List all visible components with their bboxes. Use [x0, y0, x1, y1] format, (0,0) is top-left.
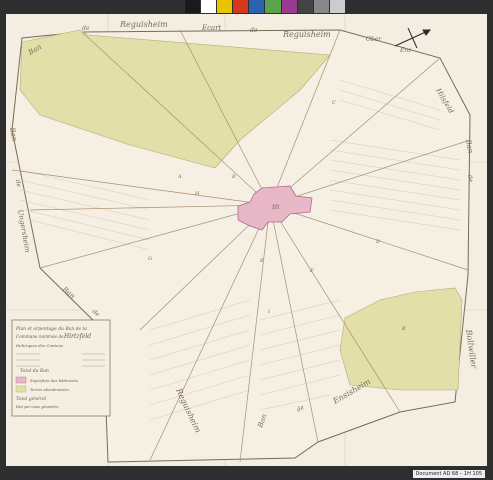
- legend-line6: Fait par nous géomètre: [15, 405, 59, 409]
- legend-swatch-field: [15, 385, 27, 393]
- legend-line2: Total du Ban: [20, 368, 49, 374]
- letter-e: E: [259, 258, 264, 264]
- compass-north-arrow: [394, 27, 432, 49]
- legend-title3: Hirtzfeld: [63, 333, 91, 340]
- legend-line5: Total général: [16, 395, 47, 402]
- label-bollwiller: Bollwiller: [464, 328, 479, 370]
- label-de-right: de: [466, 174, 474, 183]
- legend-title1: Plan et arpentage du Ban de la: [15, 326, 87, 332]
- letter-g: G: [148, 256, 152, 262]
- label-ban-left: Ban: [8, 126, 19, 142]
- archive-reference: Document AD 68 – 1H 105: [412, 470, 485, 478]
- label-enz: Enz: [399, 47, 412, 54]
- letter-d: D: [375, 239, 380, 245]
- label-top-right-reguisheim: Reguisheim: [282, 30, 331, 39]
- village-label: Ht: [271, 204, 280, 211]
- map-legend: Plan et arpentage du Ban de la Commune n…: [11, 319, 111, 417]
- label-top-left-reguisheim: Reguisheim: [119, 20, 168, 29]
- letter-a: A: [177, 174, 182, 180]
- letter-k: K: [401, 326, 406, 332]
- legend-line4: Terres abandonnées: [30, 387, 69, 392]
- label-ober: Ober: [366, 36, 382, 43]
- legend-title2: Commune nommée de: [16, 334, 64, 339]
- label-de-left: de: [14, 179, 22, 188]
- legend-line1: Rubriques des Cantons: [15, 343, 63, 348]
- cadastral-map: Ht A B C D E F G H I K Reguisheim de Eca…: [6, 14, 487, 466]
- letter-c: C: [332, 100, 336, 106]
- legend-line3: Superficie des bâtiments: [30, 378, 78, 383]
- label-top-de: de: [250, 27, 258, 34]
- letter-h: H: [194, 191, 200, 197]
- label-top-left-de: de: [82, 25, 90, 32]
- letter-b: B: [231, 174, 236, 180]
- letter-f: F: [309, 268, 314, 274]
- label-top-ecart: Ecart: [201, 24, 222, 32]
- legend-swatch-village: [15, 376, 27, 384]
